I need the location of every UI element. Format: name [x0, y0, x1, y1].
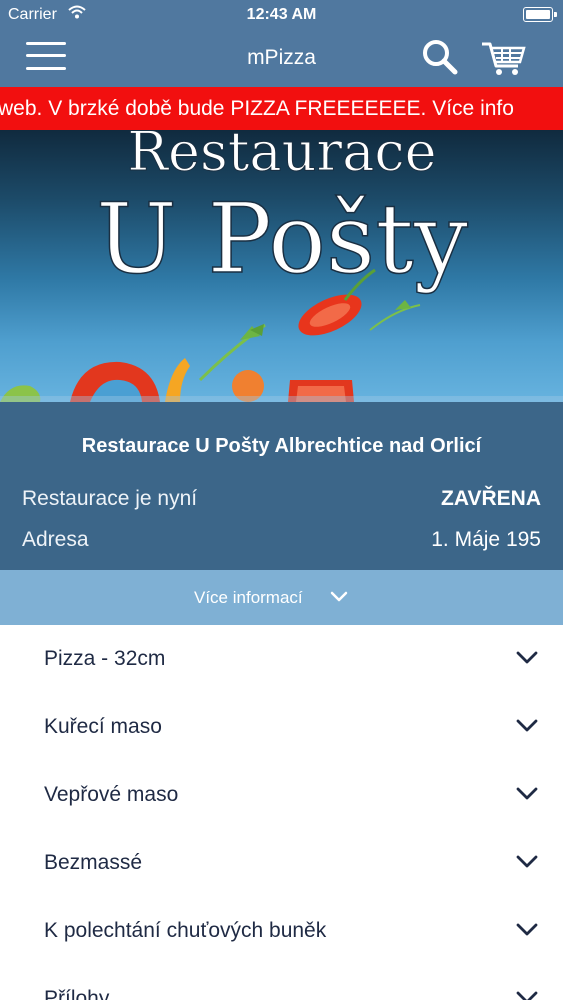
clock: 12:43 AM [246, 6, 317, 23]
ticker-text: web. V brzké době bude PIZZA FREEEEEEE. … [0, 97, 514, 120]
menu-category-list: Pizza - 32cm Kuřecí maso Vepřové maso Bezma… [0, 625, 563, 1000]
more-info-button[interactable]: Více informací [0, 570, 563, 625]
chevron-down-icon [330, 588, 348, 608]
announcement-ticker: web. V brzké době bude PIZZA FREEEEEEE. … [0, 87, 563, 130]
menu-category-item[interactable]: Přílohy [0, 965, 563, 1000]
menu-category-item[interactable]: Pizza - 32cm [0, 625, 563, 693]
menu-category-item[interactable]: Kuřecí maso [0, 693, 563, 761]
chevron-down-icon [515, 922, 539, 943]
chevron-down-icon [515, 650, 539, 671]
search-button[interactable] [420, 38, 460, 78]
menu-category-item[interactable]: K polechtání chuťových buněk [0, 897, 563, 965]
menu-category-label: Pizza - 32cm [44, 647, 166, 670]
chevron-down-icon [515, 718, 539, 739]
more-info-label: Více informací [194, 588, 303, 607]
menu-category-label: Vepřové maso [44, 783, 179, 806]
menu-category-label: Bezmassé [44, 851, 143, 874]
menu-category-label: Kuřecí maso [44, 715, 162, 738]
menu-category-label: K polechtání chuťových buněk [44, 919, 327, 942]
address-value: 1. Máje 195 [431, 528, 541, 551]
cart-button[interactable] [480, 38, 528, 78]
address-label: Adresa [22, 528, 89, 551]
menu-category-item[interactable]: Bezmassé [0, 829, 563, 897]
banner-line-2: U Pošty [96, 183, 468, 295]
chevron-down-icon [515, 786, 539, 807]
status-label: Restaurace je nyní [22, 487, 198, 510]
nav-bar: mPizza [0, 30, 563, 87]
menu-category-item[interactable]: Vepřové maso [0, 761, 563, 829]
chevron-down-icon [515, 990, 539, 1000]
banner-line-1: Restaurace [127, 130, 436, 183]
restaurant-name: Restaurace U Pošty Albrechtice nad Orlic… [81, 435, 482, 457]
status-value: ZAVŘENA [441, 487, 541, 510]
battery-icon [523, 7, 557, 22]
search-icon [423, 40, 458, 75]
app-title: mPizza [247, 46, 316, 69]
restaurant-info-panel: Restaurace U Pošty Albrechtice nad Orlic… [0, 402, 563, 570]
cart-icon [482, 42, 526, 75]
chevron-down-icon [515, 854, 539, 875]
status-bar: Carrier 12:43 AM [0, 0, 563, 30]
menu-category-label: Přílohy [44, 987, 110, 1000]
restaurant-banner-image: Restaurace U Pošty [0, 130, 563, 402]
